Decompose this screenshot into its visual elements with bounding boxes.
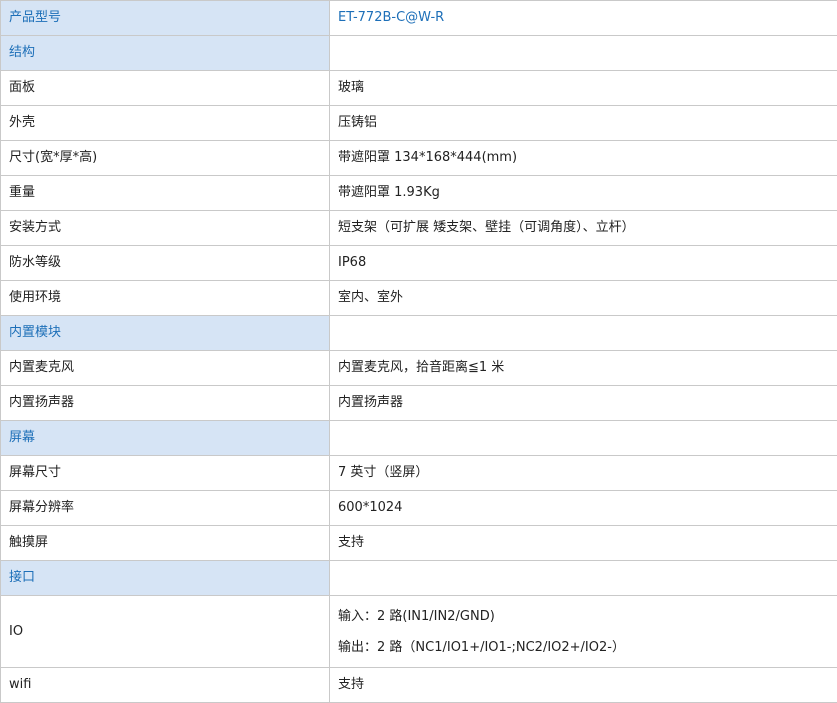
row-key: IO [0, 595, 330, 668]
table-row: 内置麦克风 内置麦克风，拾音距离≦1 米 [0, 350, 837, 386]
row-key: 屏幕尺寸 [0, 455, 330, 491]
row-key: 使用环境 [0, 280, 330, 316]
table-row: 内置扬声器 内置扬声器 [0, 385, 837, 421]
table-row: 面板 玻璃 [0, 70, 837, 106]
section-title: 屏幕 [0, 420, 330, 456]
row-value: IP68 [329, 245, 837, 281]
header-row: 产品型号 ET-772B-C@W-R [0, 0, 837, 36]
row-value: 输入：2 路(IN1/IN2/GND) 输出：2 路（NC1/IO1+/IO1-… [329, 595, 837, 668]
row-value: 室内、室外 [329, 280, 837, 316]
row-value: 玻璃 [329, 70, 837, 106]
section-blank [329, 35, 837, 71]
row-value: 压铸铝 [329, 105, 837, 141]
section-row: 内置模块 [0, 315, 837, 351]
io-output-line: 输出：2 路（NC1/IO1+/IO1-;NC2/IO2+/IO2-） [338, 639, 625, 655]
row-key: 面板 [0, 70, 330, 106]
row-value: 7 英寸（竖屏） [329, 455, 837, 491]
row-key: 尺寸(宽*厚*高) [0, 140, 330, 176]
row-key: 重量 [0, 175, 330, 211]
section-row: 屏幕 [0, 420, 837, 456]
row-key: 外壳 [0, 105, 330, 141]
row-value: 带遮阳罩 134*168*444(mm) [329, 140, 837, 176]
table-row: 重量 带遮阳罩 1.93Kg [0, 175, 837, 211]
header-value: ET-772B-C@W-R [329, 0, 837, 36]
row-value: 内置麦克风，拾音距离≦1 米 [329, 350, 837, 386]
row-value: 支持 [329, 525, 837, 561]
section-title: 结构 [0, 35, 330, 71]
row-key: 安装方式 [0, 210, 330, 246]
row-value: 短支架（可扩展 矮支架、壁挂（可调角度）、立杆） [329, 210, 837, 246]
header-key: 产品型号 [0, 0, 330, 36]
section-blank [329, 560, 837, 596]
row-key: 内置麦克风 [0, 350, 330, 386]
row-key: 内置扬声器 [0, 385, 330, 421]
table-row: 屏幕分辨率 600*1024 [0, 490, 837, 526]
table-row: 屏幕尺寸 7 英寸（竖屏） [0, 455, 837, 491]
table-row: 安装方式 短支架（可扩展 矮支架、壁挂（可调角度）、立杆） [0, 210, 837, 246]
table-row: 外壳 压铸铝 [0, 105, 837, 141]
row-key: 屏幕分辨率 [0, 490, 330, 526]
row-value: 600*1024 [329, 490, 837, 526]
table-row: 尺寸(宽*厚*高) 带遮阳罩 134*168*444(mm) [0, 140, 837, 176]
section-title: 接口 [0, 560, 330, 596]
table-row: 触摸屏 支持 [0, 525, 837, 561]
row-key: 触摸屏 [0, 525, 330, 561]
table-row: 防水等级 IP68 [0, 245, 837, 281]
row-value: 支持 [329, 667, 837, 703]
spec-table: 产品型号 ET-772B-C@W-R 结构 面板 玻璃 外壳 压铸铝 尺寸(宽*… [0, 0, 837, 703]
row-key: wifi [0, 667, 330, 703]
table-row: IO 输入：2 路(IN1/IN2/GND) 输出：2 路（NC1/IO1+/I… [0, 595, 837, 668]
section-row: 接口 [0, 560, 837, 596]
section-row: 结构 [0, 35, 837, 71]
section-title: 内置模块 [0, 315, 330, 351]
io-input-line: 输入：2 路(IN1/IN2/GND) [338, 608, 495, 624]
section-blank [329, 315, 837, 351]
table-row: 使用环境 室内、室外 [0, 280, 837, 316]
table-row: wifi 支持 [0, 667, 837, 703]
row-value: 带遮阳罩 1.93Kg [329, 175, 837, 211]
row-key: 防水等级 [0, 245, 330, 281]
row-value: 内置扬声器 [329, 385, 837, 421]
section-blank [329, 420, 837, 456]
